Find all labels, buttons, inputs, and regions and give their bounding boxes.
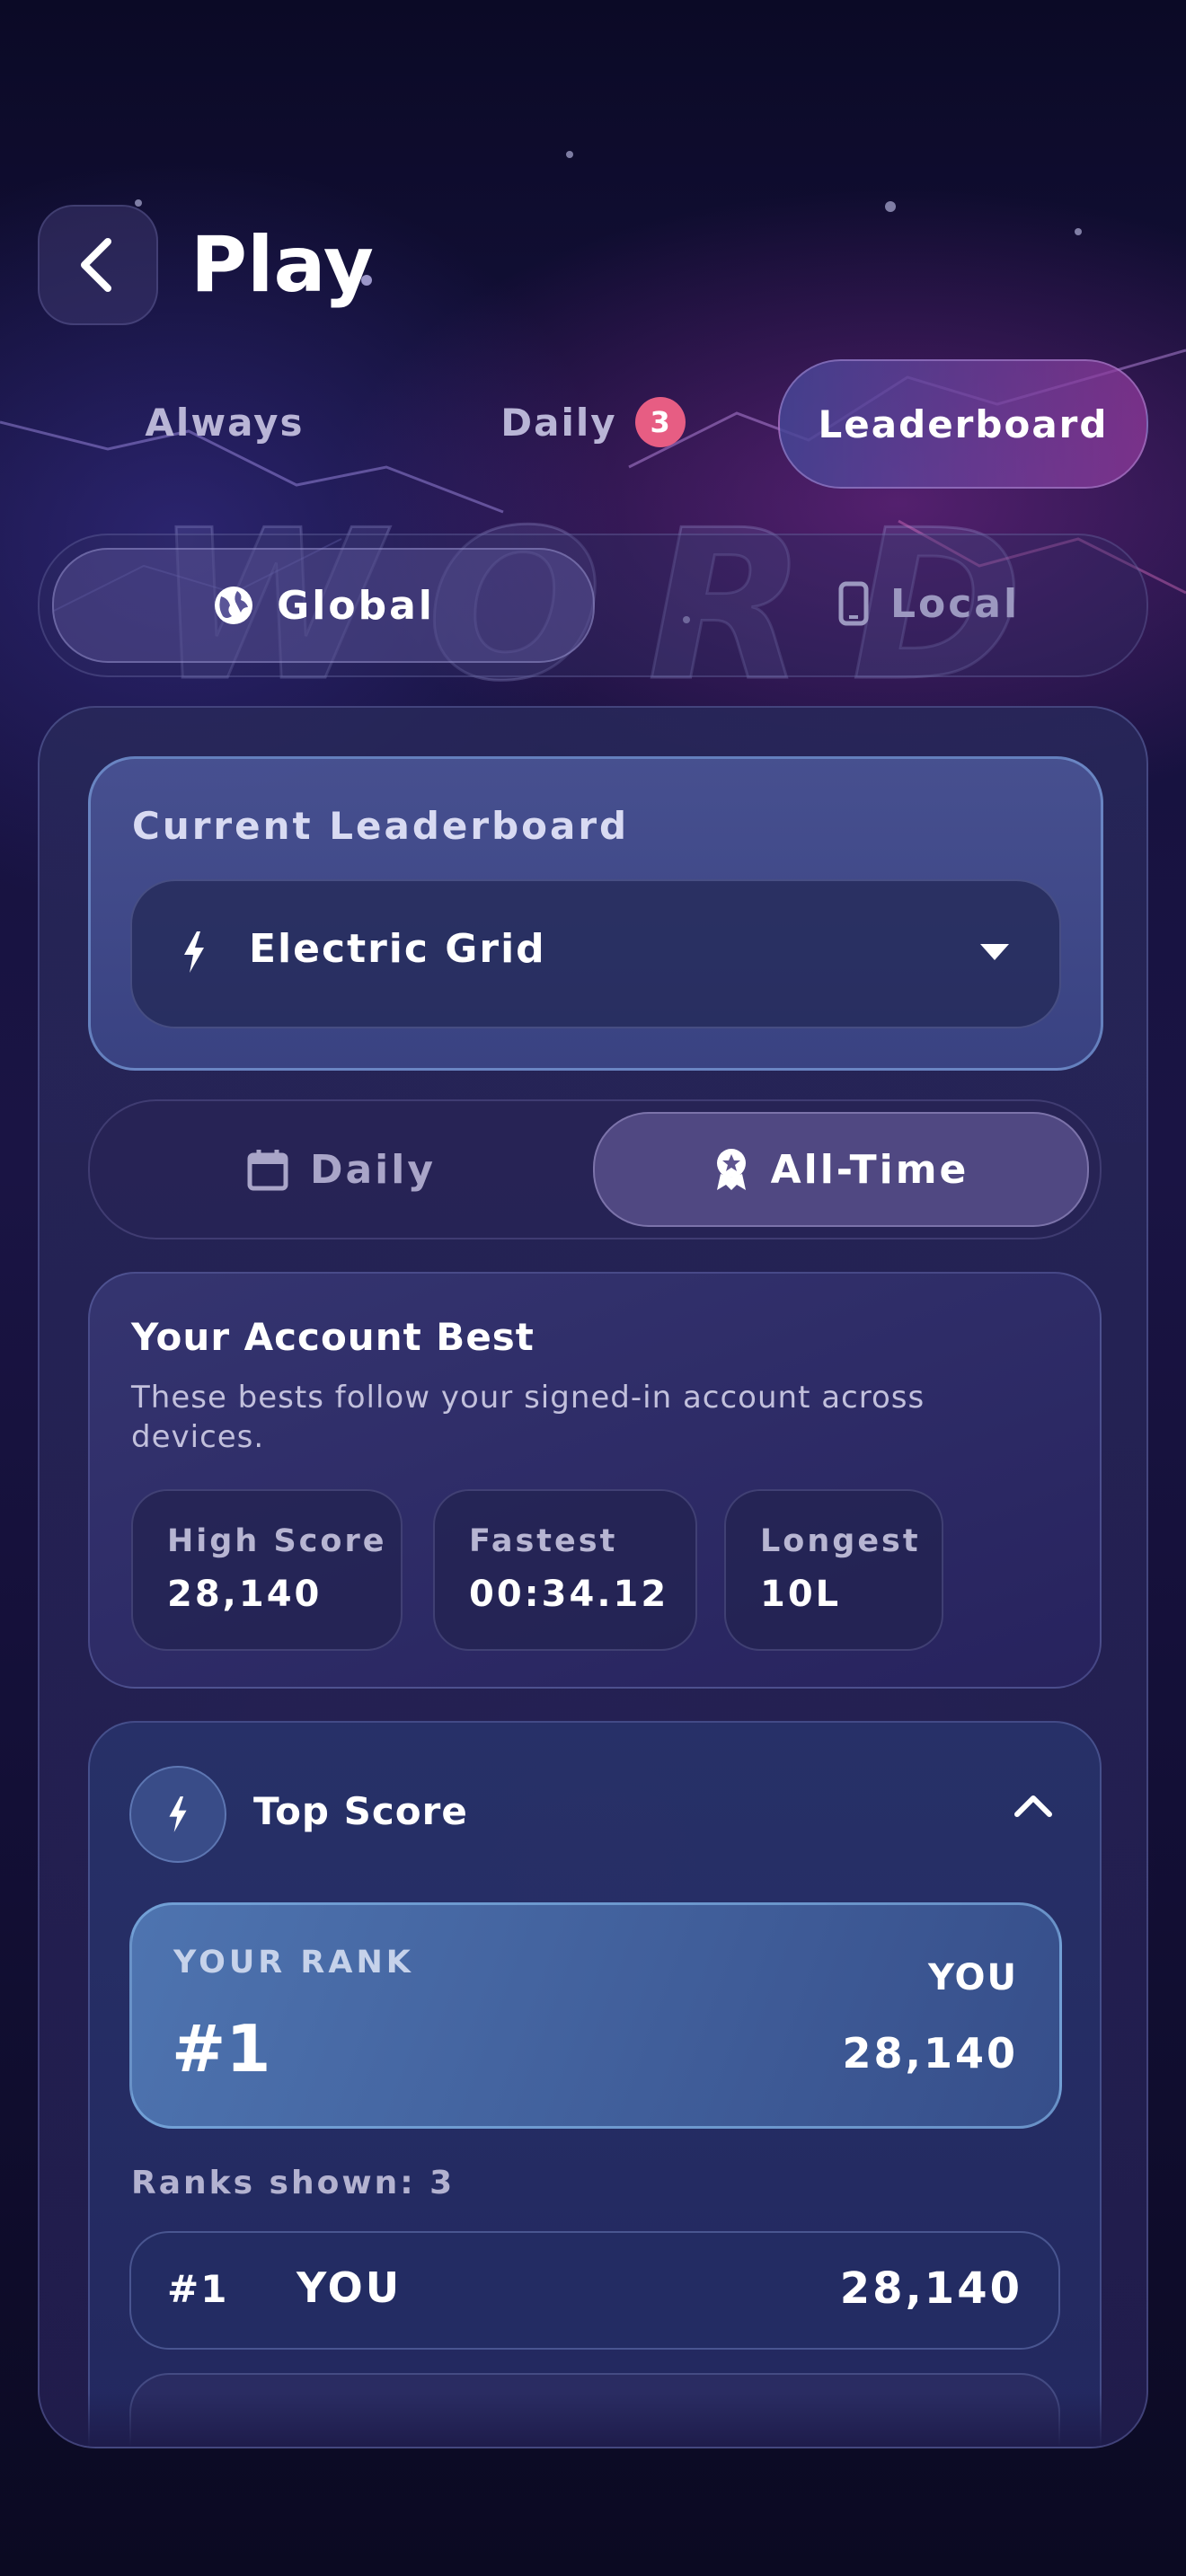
current-leaderboard-card: Current Leaderboard Electric Grid — [88, 756, 1103, 1071]
account-best-card: Your Account Best These bests follow you… — [88, 1272, 1102, 1689]
scope-global-button[interactable]: Global — [52, 548, 595, 663]
period-all-time-button[interactable]: All-Time — [593, 1112, 1089, 1227]
globe-icon — [215, 587, 253, 624]
calendar-icon — [247, 1150, 288, 1191]
scope-global-label: Global — [277, 582, 435, 629]
tab-leaderboard[interactable]: Leaderboard — [778, 359, 1148, 489]
scope-local-button[interactable]: Local — [749, 548, 1109, 659]
stat-high-score: High Score 28,140 — [131, 1489, 403, 1651]
tab-always[interactable]: Always — [72, 359, 377, 485]
period-daily-label: Daily — [309, 1146, 437, 1193]
stat-longest: Longest 10L — [724, 1489, 943, 1651]
top-score-icon-badge — [129, 1766, 226, 1863]
ranks-shown-count: Ranks shown: 3 — [131, 2165, 456, 2201]
row-score: 28,140 — [839, 2263, 1022, 2314]
scope-toggle: Global Local — [38, 534, 1148, 677]
your-rank-card: YOUR RANK #1 YOU 28,140 — [129, 1902, 1062, 2129]
notification-badge: 3 — [634, 397, 686, 447]
top-score-section: Top Score YOUR RANK #1 YOU 28,140 Ranks … — [88, 1721, 1102, 2447]
lightning-icon — [184, 931, 204, 973]
stat-label: Fastest — [469, 1523, 618, 1559]
period-toggle: Daily All-Time — [88, 1099, 1102, 1239]
star-decoration — [1075, 228, 1082, 235]
back-button[interactable] — [38, 205, 158, 325]
scope-local-label: Local — [890, 580, 1021, 627]
tab-label: Leaderboard — [818, 401, 1109, 446]
stat-value: 10L — [760, 1574, 842, 1615]
leaderboard-select-value: Electric Grid — [249, 926, 546, 972]
period-all-time-label: All-Time — [770, 1146, 969, 1193]
page-title: Play — [190, 220, 374, 310]
leaderboard-row[interactable]: #1 YOU 28,140 — [129, 2231, 1060, 2350]
row-player-name: YOU — [296, 2263, 403, 2312]
star-decoration — [885, 201, 896, 212]
stat-label: High Score — [167, 1523, 387, 1559]
chevron-up-icon[interactable] — [1013, 1793, 1053, 1820]
star-decoration — [135, 199, 142, 207]
leaderboard-select[interactable]: Electric Grid — [130, 879, 1061, 1028]
leaderboard-panel: Current Leaderboard Electric Grid Daily — [38, 706, 1148, 2448]
your-rank-value: #1 — [172, 2011, 271, 2086]
row-rank: #1 — [167, 2267, 229, 2311]
stat-value: 28,140 — [167, 1574, 323, 1615]
star-decoration — [566, 151, 573, 158]
title-dot-decoration — [361, 275, 372, 286]
dropdown-caret-icon — [980, 944, 1009, 960]
award-ribbon-icon — [716, 1149, 746, 1190]
stat-label: Longest — [760, 1523, 921, 1559]
scroll-fade — [40, 2393, 1146, 2447]
tab-label: Daily — [500, 400, 617, 445]
lightning-icon — [169, 1796, 187, 1832]
tab-daily[interactable]: Daily 3 — [449, 359, 737, 485]
current-leaderboard-label: Current Leaderboard — [132, 804, 630, 848]
stat-fastest: Fastest 00:34.12 — [433, 1489, 697, 1651]
stat-value: 00:34.12 — [469, 1574, 669, 1615]
top-score-title: Top Score — [253, 1789, 468, 1833]
your-rank-player: YOU — [927, 1957, 1018, 1998]
your-rank-score: 28,140 — [842, 2029, 1018, 2078]
tab-label: Always — [145, 400, 305, 445]
period-daily-button[interactable]: Daily — [90, 1101, 593, 1238]
your-rank-label: YOUR RANK — [173, 1945, 414, 1981]
account-best-description: These bests follow your signed-in accoun… — [131, 1380, 925, 1455]
phone-icon — [838, 581, 869, 626]
chevron-left-icon — [81, 238, 111, 292]
account-best-title: Your Account Best — [131, 1315, 535, 1359]
